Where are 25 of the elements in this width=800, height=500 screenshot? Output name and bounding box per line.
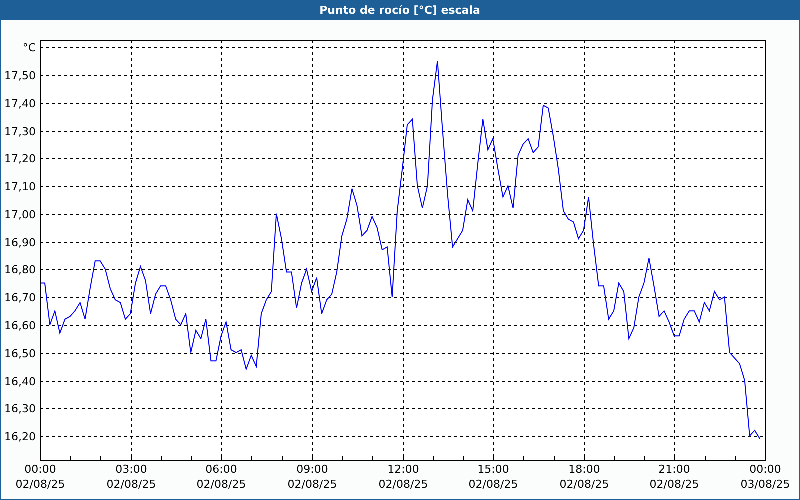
y-axis-label: 17,20 xyxy=(4,152,36,166)
x-axis-label: 00:00 03/08/25 xyxy=(740,463,790,491)
x-axis-label: 06:00 02/08/25 xyxy=(196,463,246,491)
y-axis-label: 16,40 xyxy=(4,376,36,388)
x-axis-label: 12:00 02/08/25 xyxy=(378,463,428,491)
x-axis-label: 15:00 02/08/25 xyxy=(468,463,518,491)
y-axis-label: 16,30 xyxy=(4,402,36,416)
y-axis-label: 17,00 xyxy=(4,208,36,222)
x-axis-label: 00:00 02/08/25 xyxy=(16,463,66,491)
chart-title: Punto de rocío [°C] escala xyxy=(320,4,480,16)
y-axis-label: 16,20 xyxy=(4,430,36,444)
x-axis-label: 03:00 02/08/25 xyxy=(106,463,156,491)
y-axis-label: °C xyxy=(22,42,36,54)
y-axis-label: 16,90 xyxy=(4,236,36,250)
y-axis-label: 16,50 xyxy=(4,348,36,360)
y-axis-label: 17,10 xyxy=(4,180,36,194)
x-axis-label: 09:00 02/08/25 xyxy=(288,463,338,491)
y-axis-label: 16,70 xyxy=(4,292,36,304)
y-axis-label: 17,50 xyxy=(4,70,36,82)
y-axis-label: 16,60 xyxy=(4,320,36,332)
y-axis-label: 17,40 xyxy=(4,98,36,110)
x-axis-label: 18:00 02/08/25 xyxy=(560,463,610,491)
y-axis-label: 17,30 xyxy=(4,126,36,138)
x-axis-label: 21:00 02/08/25 xyxy=(650,463,700,491)
y-axis-label: 16,80 xyxy=(4,264,36,276)
